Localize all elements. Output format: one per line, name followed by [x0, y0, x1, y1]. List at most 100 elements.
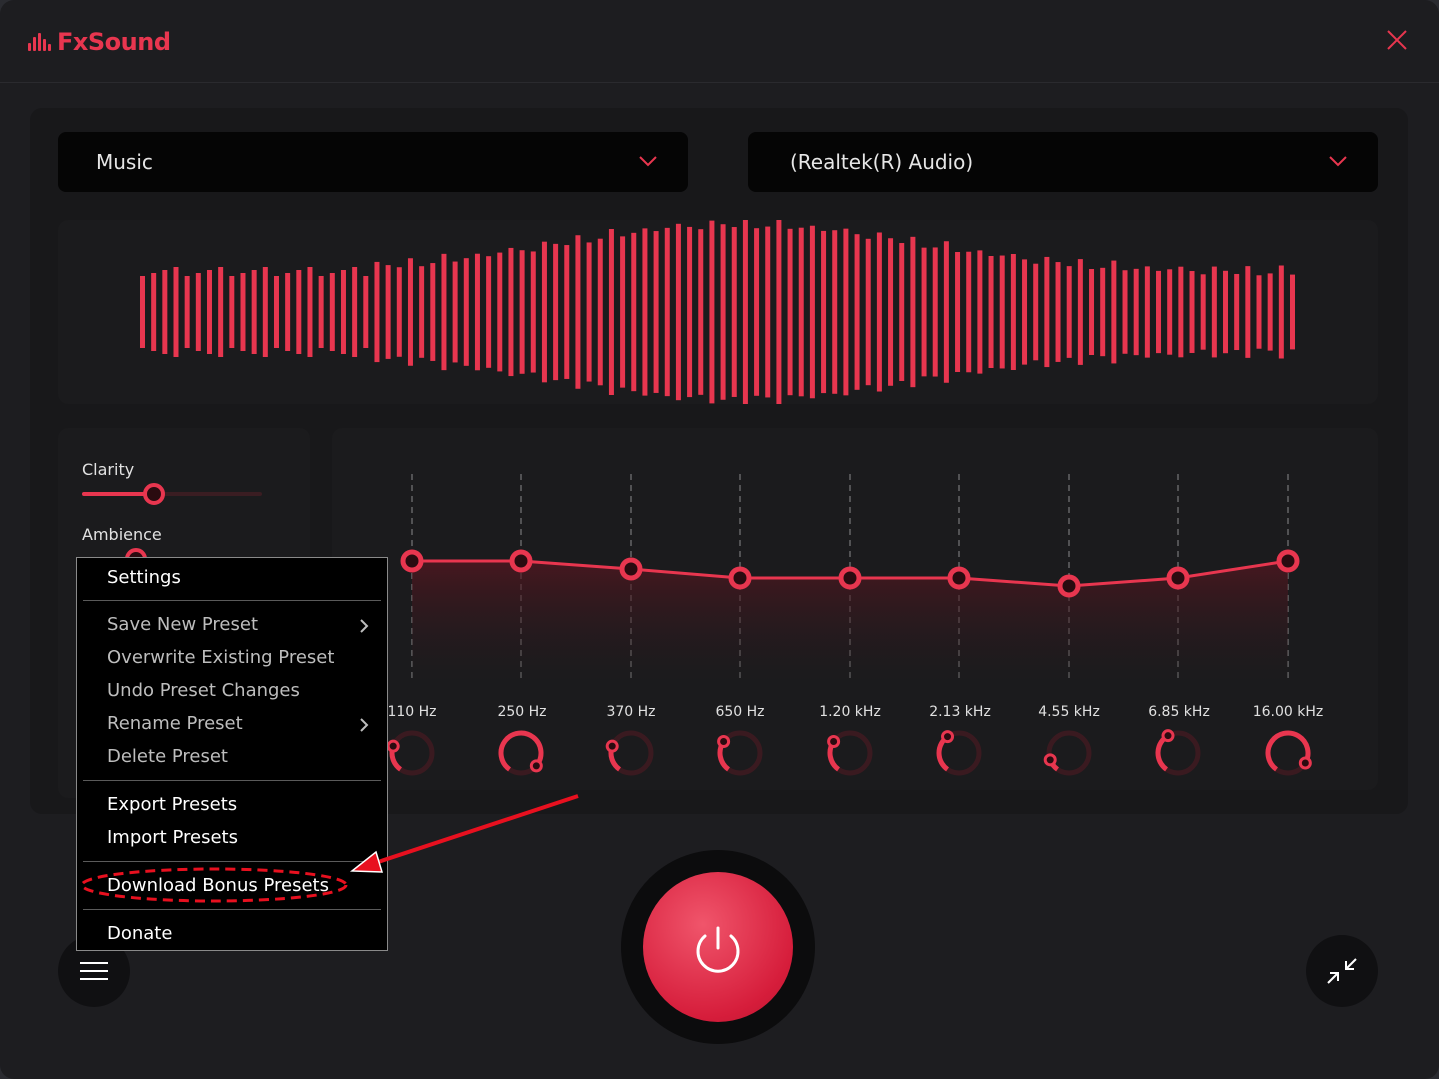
- eq-band-label: 2.13 kHz: [929, 704, 991, 720]
- spectrum-bar: [1189, 271, 1195, 353]
- spectrum-bar: [709, 220, 715, 404]
- spectrum-bar: [765, 226, 771, 398]
- spectrum-bar: [318, 276, 324, 348]
- spectrum-bar: [955, 252, 961, 372]
- chevron-right-icon: [360, 718, 369, 732]
- menu-item-delete-preset[interactable]: Delete Preset: [107, 746, 228, 767]
- spectrum-bar: [251, 270, 257, 354]
- spectrum-bar: [977, 250, 983, 374]
- spectrum-bar: [218, 267, 224, 357]
- fxsound-window: FxSound Music (Realtek(R) Audio) Clarity…: [0, 0, 1439, 1079]
- spectrum-bars: [140, 219, 1295, 405]
- spectrum-bar: [307, 267, 313, 357]
- spectrum-bar: [876, 232, 882, 392]
- menu-item-undo-preset-changes[interactable]: Undo Preset Changes: [107, 680, 300, 701]
- device-dropdown-value: (Realtek(R) Audio): [790, 150, 974, 174]
- clarity-slider[interactable]: [82, 483, 262, 505]
- eq-band-label: 1.20 kHz: [819, 704, 881, 720]
- spectrum-bar: [854, 234, 860, 390]
- menu-item-overwrite-preset[interactable]: Overwrite Existing Preset: [107, 647, 334, 668]
- spectrum-bar: [653, 231, 659, 393]
- spectrum-bar: [1234, 273, 1240, 351]
- spectrum-bar: [675, 223, 681, 401]
- spectrum-bar: [396, 267, 402, 357]
- spectrum-bar: [508, 247, 514, 377]
- close-button[interactable]: [1383, 26, 1411, 54]
- spectrum-bar: [1111, 260, 1117, 364]
- spectrum-bar: [1290, 274, 1295, 350]
- spectrum-bar: [742, 219, 748, 405]
- spectrum-bar: [832, 230, 838, 394]
- clarity-label: Clarity: [82, 460, 135, 479]
- spectrum-bar: [821, 230, 827, 394]
- menu-item-donate[interactable]: Donate: [107, 923, 172, 944]
- eq-band-label: 650 Hz: [715, 704, 765, 720]
- spectrum-bar: [564, 245, 570, 379]
- spectrum-bar: [776, 219, 782, 405]
- spectrum-bar: [1033, 263, 1039, 361]
- spectrum-bar: [151, 273, 157, 351]
- eq-band-label: 16.00 kHz: [1252, 704, 1324, 720]
- spectrum-bar: [329, 273, 335, 351]
- spectrum-bar: [1211, 266, 1217, 358]
- spectrum-bar: [1022, 259, 1028, 365]
- menu-item-save-new-preset[interactable]: Save New Preset: [107, 614, 379, 635]
- menu-item-import-presets[interactable]: Import Presets: [107, 827, 238, 848]
- spectrum-bar: [608, 228, 614, 396]
- spectrum-bar: [1066, 266, 1072, 358]
- spectrum-bar: [888, 238, 894, 386]
- chevron-down-icon: [1329, 156, 1347, 167]
- spectrum-bar: [687, 226, 693, 398]
- menu-item-label: Save New Preset: [107, 614, 259, 635]
- menu-item-label: Rename Preset: [107, 713, 243, 734]
- spectrum-bar: [731, 227, 737, 397]
- spectrum-bar: [140, 276, 145, 348]
- spectrum-bar: [597, 238, 603, 386]
- spectrum-bar: [374, 261, 380, 363]
- spectrum-bar: [642, 228, 648, 396]
- spectrum-bar: [1055, 262, 1061, 362]
- spectrum-bar: [586, 242, 592, 382]
- menu-item-download-bonus-presets[interactable]: Download Bonus Presets: [107, 875, 329, 896]
- spectrum-bar: [1178, 266, 1184, 358]
- device-dropdown[interactable]: (Realtek(R) Audio): [748, 132, 1378, 192]
- spectrum-bar: [1100, 267, 1106, 357]
- spectrum-bar: [463, 258, 469, 366]
- spectrum-bar: [664, 227, 670, 397]
- spectrum-bar: [966, 251, 972, 373]
- spectrum-bar: [1256, 275, 1262, 349]
- collapse-icon: [1327, 958, 1357, 984]
- spectrum-bar: [798, 227, 804, 397]
- spectrum-bar: [1245, 266, 1251, 358]
- minimize-view-button[interactable]: [1306, 935, 1378, 1007]
- power-icon: [696, 926, 740, 973]
- ambience-label: Ambience: [82, 525, 162, 544]
- menu-divider: [83, 861, 381, 862]
- spectrum-bar: [1278, 265, 1284, 359]
- spectrum-bar: [1267, 273, 1273, 351]
- spectrum-bar: [1144, 266, 1150, 358]
- spectrum-bar: [787, 228, 793, 396]
- menu-divider: [83, 780, 381, 781]
- app-logo: FxSound: [28, 28, 171, 56]
- spectrum-bar: [899, 243, 905, 381]
- menu-item-export-presets[interactable]: Export Presets: [107, 794, 237, 815]
- menu-item-rename-preset[interactable]: Rename Preset: [107, 713, 379, 734]
- preset-dropdown[interactable]: Music: [58, 132, 688, 192]
- spectrum-bar: [273, 276, 279, 348]
- clarity-slider-thumb[interactable]: [143, 483, 165, 505]
- spectrum-bar: [184, 276, 190, 348]
- spectrum-bar: [932, 247, 938, 377]
- spectrum-bar: [285, 273, 291, 351]
- spectrum-bar: [843, 228, 849, 396]
- spectrum-bar: [240, 273, 246, 351]
- spectrum-bar: [407, 258, 413, 366]
- menu-divider: [83, 909, 381, 910]
- close-icon: [1387, 30, 1407, 50]
- title-bar: FxSound: [0, 0, 1439, 83]
- menu-item-settings[interactable]: Settings: [107, 567, 181, 588]
- spectrum-bar: [385, 265, 391, 359]
- spectrum-bar: [497, 252, 503, 372]
- power-button[interactable]: [643, 872, 793, 1022]
- spectrum-bar: [541, 241, 547, 383]
